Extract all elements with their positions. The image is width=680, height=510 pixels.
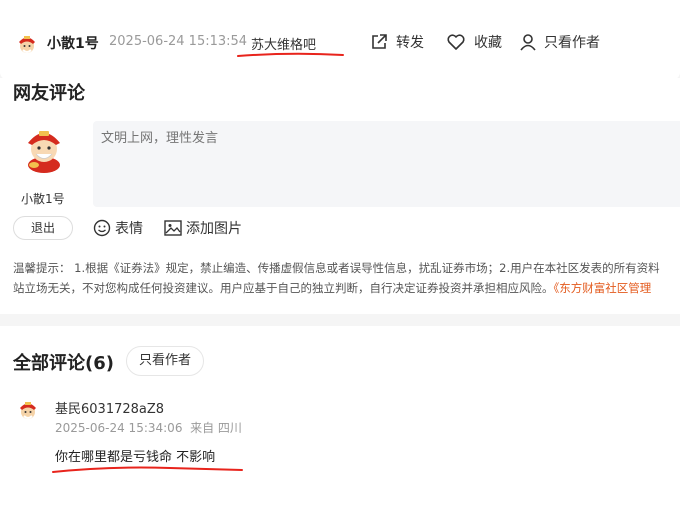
notice-line-2: 站立场无关，不对您构成任何投资建议。用户应基于自己的独立判断，自行决定证券投资并… [13, 278, 680, 298]
emoji-icon [93, 219, 111, 237]
notice-line-1: 温馨提示： 1.根据《证券法》规定，禁止编造、传播虚假信息或者误导性信息，扰乱证… [13, 261, 660, 275]
add-image-button[interactable]: 添加图片 [164, 218, 242, 238]
avatar-icon[interactable] [22, 127, 66, 173]
post-username[interactable]: 小散1号 [47, 33, 99, 53]
favorite-button[interactable]: 收藏 [446, 32, 502, 52]
user-icon [520, 34, 536, 51]
post-timestamp: 2025-06-24 15:13:54 [109, 34, 248, 49]
emoji-button[interactable]: 表情 [93, 218, 143, 238]
post-header-bar: 小散1号 2025-06-24 15:13:54 苏大维格吧 转发 收藏 只看作… [0, 0, 680, 80]
author-only-label: 只看作者 [544, 35, 600, 51]
posting-notice: 温馨提示： 1.根据《证券法》规定，禁止编造、传播虚假信息或者误导性信息，扰乱证… [13, 258, 680, 298]
favorite-label: 收藏 [474, 35, 502, 51]
add-image-label: 添加图片 [186, 221, 242, 237]
author-only-button[interactable]: 只看作者 [520, 32, 600, 52]
compose-username: 小散1号 [21, 192, 65, 206]
commenter-avatar-icon[interactable] [17, 399, 39, 421]
emoji-label: 表情 [115, 221, 143, 237]
commenter-username[interactable]: 基民6031728aZ8 [55, 398, 164, 417]
heart-icon [447, 34, 465, 50]
all-comments-title: 全部评论(6) [13, 353, 114, 374]
logout-button[interactable]: 退出 [13, 216, 73, 240]
share-label: 转发 [396, 35, 424, 51]
author-only-filter-button[interactable]: 只看作者 [126, 346, 205, 376]
community-rules-link[interactable]: 《东方财富社区管理 [554, 281, 652, 295]
notice-line-2-text: 站立场无关，不对您构成任何投资建议。用户应基于自己的独立判断，自行决定证券投资并… [13, 281, 554, 295]
share-icon [372, 34, 387, 49]
red-underline-annotation [237, 52, 344, 57]
comment-input[interactable] [93, 121, 680, 207]
red-underline-annotation [52, 466, 243, 473]
image-icon [164, 220, 182, 236]
user-avatar-icon[interactable] [16, 33, 38, 55]
comment-section-title: 网友评论 [13, 83, 85, 104]
comment-meta: 2025-06-24 15:34:06 来自 四川 [55, 421, 242, 435]
share-button[interactable]: 转发 [370, 32, 424, 52]
